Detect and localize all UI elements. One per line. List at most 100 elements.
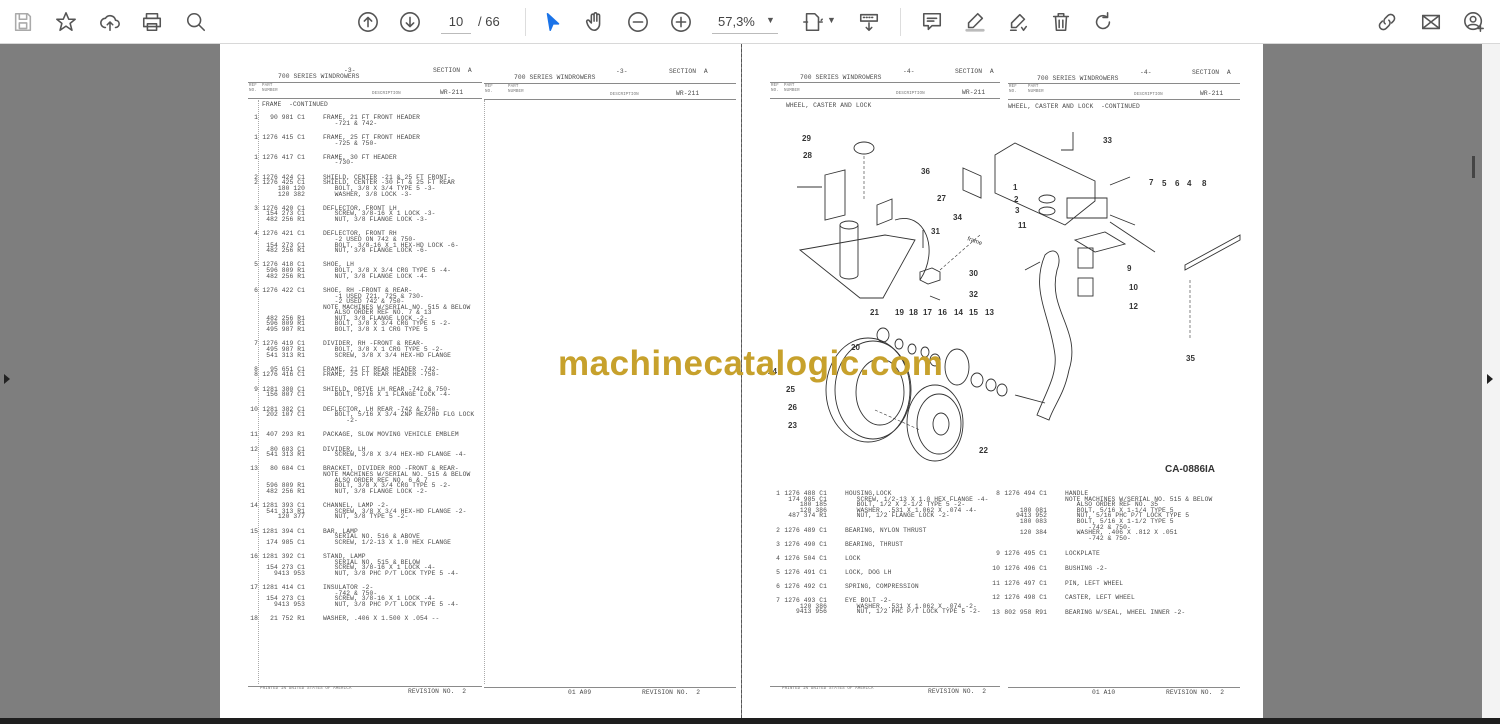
part-number: 1276 416 C1	[262, 371, 305, 379]
part-number: 9413 953	[273, 600, 305, 608]
fit-page-icon[interactable]	[800, 9, 826, 35]
callout-18: 18	[909, 308, 918, 317]
upload-cloud-icon[interactable]	[97, 9, 123, 35]
callout-labels: 12345 67 891011121314 151617181920212223242…	[768, 134, 1207, 455]
part-number: 1276 492 C1	[784, 583, 827, 591]
part-description: -742 & 750-	[1065, 534, 1131, 542]
scrollbar-thumb[interactable]	[1472, 156, 1475, 178]
part-number: 9413 956	[795, 608, 827, 616]
part-description: NUT, 1/2 PHC P/T LOCK TYPE 5 -2-	[845, 608, 981, 616]
parts-group: 10 1276 496 C1 BUSHING -2-	[988, 564, 1248, 572]
callout-31: 31	[931, 227, 940, 236]
part-number	[261, 160, 305, 166]
email-icon[interactable]	[1418, 9, 1444, 35]
ref-number	[246, 327, 258, 333]
parts-sheet-left: 700 SERIES WINDROWERS -3- SECTION A REF …	[248, 44, 482, 718]
part-number: 1276 490 C1	[784, 540, 827, 548]
series-title: 700 SERIES WINDROWERS	[800, 74, 882, 81]
parts-group: 1 90 981 C1 FRAME, 21 FT FRONT HEADER -721…	[246, 115, 486, 126]
part-number: 1276 497 C1	[1004, 579, 1047, 587]
search-icon[interactable]	[183, 9, 209, 35]
taskbar-strip	[0, 718, 1500, 724]
ref-number	[246, 248, 258, 254]
callout-25: 25	[786, 385, 795, 394]
table-row: -730-	[246, 160, 486, 166]
part-description: NUT, 3/8 PHC P/T LOCK TYPE 5 -4-	[323, 569, 459, 577]
page-number-input[interactable]	[441, 10, 471, 34]
delete-trash-icon[interactable]	[1048, 9, 1074, 35]
part-number	[261, 121, 305, 127]
table-row: 2 1276 489 C1 BEARING, NYLON THRUST	[768, 526, 1008, 534]
save-icon[interactable]	[10, 9, 36, 35]
bookmark-star-icon[interactable]	[53, 9, 79, 35]
table-row: 13 802 958 R91 BEARING W/SEAL, WHEEL INNER…	[988, 610, 1248, 616]
part-description: LOCKPLATE	[1065, 549, 1100, 557]
previous-page-arrow[interactable]	[4, 374, 10, 384]
table-row: 174 985 C1 SCREW, 1/2-13 X 1.0 HEX FLANG…	[246, 538, 486, 546]
section-label: SECTION A	[1192, 69, 1231, 76]
part-description: WASHER, 3/8 LOCK -3-	[323, 190, 413, 198]
ref-no-header: REF NO.	[249, 84, 257, 93]
part-number	[261, 418, 305, 424]
callout-36: 36	[921, 167, 930, 176]
series-title: 700 SERIES WINDROWERS	[514, 74, 596, 81]
add-user-icon[interactable]	[1461, 9, 1487, 35]
description-header: DESCRIPTION	[1134, 93, 1163, 97]
hand-tool-icon[interactable]	[582, 9, 608, 35]
print-icon[interactable]	[139, 9, 165, 35]
part-number: 487 374 R1	[788, 512, 827, 520]
ref-number	[246, 160, 258, 166]
ref-no-header: REF NO.	[1009, 85, 1017, 94]
parts-group: 1 1276 488 C1 HOUSING,LOCK 174 985 C1 SCREW…	[768, 491, 1008, 519]
comment-icon[interactable]	[919, 9, 945, 35]
parts-group: 4 1276 421 C1 DEFLECTOR, FRONT RH -2 USED …	[246, 231, 486, 255]
part-description: BEARING, NYLON THRUST	[845, 526, 927, 534]
header-rule	[1008, 99, 1240, 100]
zoom-out-icon[interactable]	[625, 9, 651, 35]
chevron-down-icon[interactable]: ▼	[766, 15, 775, 25]
parts-group: 12 80 683 C1 DIVIDER, LH 541 313 R1 SCREW, …	[246, 446, 486, 459]
header-rule	[484, 83, 736, 84]
zoom-in-icon[interactable]	[668, 9, 694, 35]
parts-group: 11 1276 497 C1 PIN, LEFT WHEEL	[988, 579, 1248, 587]
select-cursor-icon[interactable]	[540, 9, 566, 35]
callout-2: 2	[1014, 195, 1019, 204]
fit-dropdown-chevron-icon[interactable]: ▼	[827, 15, 836, 25]
table-row: 120 377 NUT, 3/8 TYPE 5 -2-	[246, 514, 486, 520]
table-row: 9413 953 NUT, 3/8 PHC P/T LOCK TYPE 5 -4…	[246, 569, 486, 577]
rotate-icon[interactable]	[1090, 9, 1116, 35]
parts-group: 6 1276 422 C1 SHOE, RH -FRONT & REAR- -1 U…	[246, 287, 486, 333]
header-rule	[770, 98, 1000, 99]
table-row: 5 1276 491 C1 LOCK, DOG LH	[768, 570, 1008, 576]
part-number: 541 313 R1	[266, 451, 305, 459]
ref-number: 11	[992, 579, 1000, 587]
parts-group: 7 1276 419 C1 DIVIDER, RH -FRONT & REAR- 49…	[246, 341, 486, 358]
table-row: 495 987 R1 BOLT, 3/8 X 1 CRG TYPE 5	[246, 327, 486, 333]
parts-group: 15 1281 394 C1 BAR, LAMP SERIAL NO. 516 & …	[246, 528, 486, 546]
parts-group: 10 1281 382 C1 DEFLECTOR, LH REAR -742 & 7…	[246, 406, 486, 424]
part-number: 407 293 R1	[266, 431, 305, 439]
part-number: 21 752 R1	[270, 615, 305, 623]
section-label: SECTION A	[433, 67, 472, 74]
previous-page-icon[interactable]	[355, 9, 381, 35]
highlight-pen-icon[interactable]	[962, 9, 988, 35]
callout-3: 3	[1015, 206, 1020, 215]
ref-number	[246, 489, 258, 495]
scroll-mode-icon[interactable]	[856, 9, 882, 35]
callout-32: 32	[969, 290, 978, 299]
next-page-arrow[interactable]	[1487, 374, 1493, 384]
callout-6: 6	[1175, 179, 1180, 188]
share-link-icon[interactable]	[1374, 9, 1400, 35]
parts-group: 11 407 293 R1 PACKAGE, SLOW MOVING VEHICLE…	[246, 432, 486, 438]
parts-list: 1 1276 488 C1 HOUSING,LOCK 174 985 C1 SCREW…	[768, 491, 1008, 615]
part-description: NUT, 3/8 FLANGE LOCK -6-	[323, 247, 428, 255]
part-description: SCREW, 1/2-13 X 1.0 HEX FLANGE	[323, 538, 451, 546]
parts-group: 1 1276 417 C1 FRAME, 30 FT HEADER -730-	[246, 154, 486, 166]
ref-number: 10	[992, 564, 1000, 572]
zoom-level: 57,3%	[718, 14, 755, 29]
callout-34: 34	[953, 213, 962, 222]
table-row: 8 1276 416 C1 FRAME, 25 FT REAR HEADER -75…	[246, 372, 486, 378]
next-page-icon[interactable]	[397, 9, 423, 35]
sign-icon[interactable]	[1005, 9, 1031, 35]
parts-group: 9 1281 380 C1 SHIELD, DRIVE LH REAR -742 &…	[246, 386, 486, 398]
